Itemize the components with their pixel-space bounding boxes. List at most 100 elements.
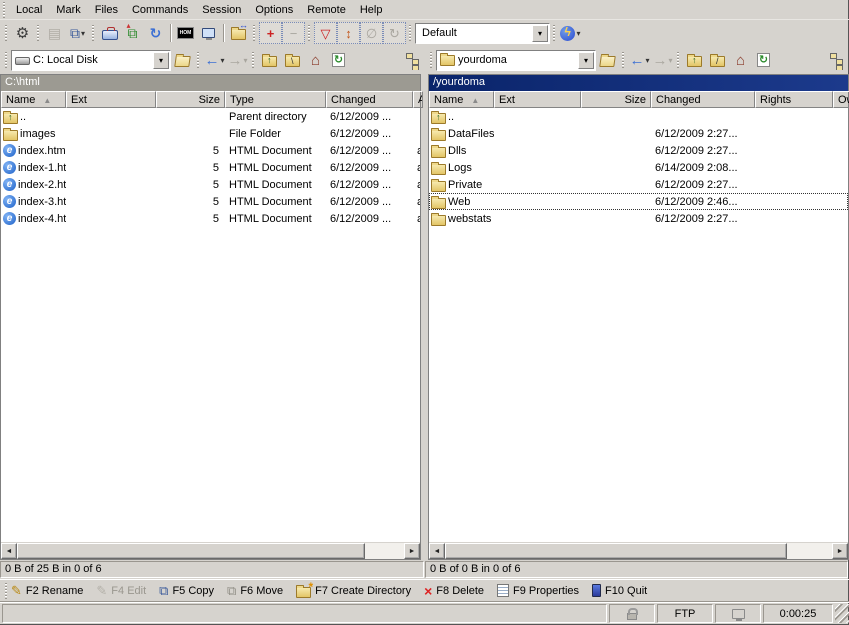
toolbar-grip[interactable] (253, 25, 256, 41)
file-row[interactable]: .. (429, 108, 848, 125)
fkey-f8-button[interactable]: ×F8 Delete (424, 584, 484, 598)
fkey-f6-button[interactable]: ⧉F6 Move (227, 584, 283, 597)
directory-combobox-right[interactable]: yourdoma ▾ (436, 50, 596, 71)
toolbar-grip[interactable] (5, 25, 8, 41)
drive-combobox-left-dropdown-button[interactable]: ▾ (153, 52, 169, 69)
resize-grip[interactable] (835, 604, 849, 623)
invert-selection-button[interactable]: ∅ (360, 22, 383, 44)
toolbar-grip[interactable] (308, 25, 311, 41)
new-session-button[interactable] (197, 22, 220, 44)
file-row[interactable]: eindex-1.html5HTML Document6/12/2009 ...… (1, 159, 420, 176)
toolbar-grip[interactable] (3, 2, 6, 18)
transfer-queue-button[interactable] (227, 22, 250, 44)
unselect-files-button[interactable]: − (282, 22, 305, 44)
fkey-f5-button[interactable]: ⧉F5 Copy (159, 584, 214, 597)
column-header-changed[interactable]: Changed (651, 91, 755, 108)
forward-button-left[interactable]: →▾ (226, 49, 249, 71)
fkey-f7-button[interactable]: F7 Create Directory (296, 584, 411, 598)
file-row[interactable]: ..Parent directory6/12/2009 ... (1, 108, 420, 125)
left-file-list[interactable]: ..Parent directory6/12/2009 ...imagesFil… (1, 108, 420, 542)
session-combobox-dropdown-button[interactable]: ▾ (532, 25, 548, 42)
scroll-left-icon[interactable]: ◄ (1, 543, 17, 559)
fkey-f2-button[interactable]: ✎F2 Rename (11, 584, 83, 597)
transfer-settings-button[interactable]: ⧉▾ (66, 22, 89, 44)
column-header-ext[interactable]: Ext (66, 91, 156, 108)
home-directory-button-right[interactable]: ⌂ (729, 49, 752, 71)
fkey-f4-button[interactable]: ✎F4 Edit (96, 584, 146, 597)
toolbar-grip[interactable] (5, 52, 8, 68)
fkey-f10-button[interactable]: F10 Quit (592, 584, 647, 597)
column-header-name[interactable]: Name▲ (429, 91, 494, 108)
back-button-left[interactable]: ←▾ (203, 49, 226, 71)
column-header-size[interactable]: Size (581, 91, 651, 108)
open-directory-button-right[interactable] (596, 49, 619, 71)
home-directory-button-left[interactable]: ⌂ (304, 49, 327, 71)
console-button[interactable]: HOM (174, 22, 197, 44)
menu-item-session[interactable]: Session (195, 2, 248, 18)
menu-item-mark[interactable]: Mark (49, 2, 87, 18)
forward-button-right[interactable]: →▾ (651, 49, 674, 71)
toolbar-grip[interactable] (553, 25, 556, 41)
parent-directory-button-right[interactable] (683, 49, 706, 71)
open-directory-button-left[interactable] (171, 49, 194, 71)
directory-combobox-right-dropdown-button[interactable]: ▾ (578, 52, 594, 69)
toolbar-grip[interactable] (197, 52, 200, 68)
toolbar-grip[interactable] (677, 52, 680, 68)
left-path-bar[interactable]: C:\html (1, 75, 420, 91)
refresh-button-right[interactable]: ↻ (752, 49, 775, 71)
restore-selection-button[interactable]: ↻ (383, 22, 406, 44)
scroll-left-icon[interactable]: ◄ (429, 543, 445, 559)
menu-item-remote[interactable]: Remote (300, 2, 353, 18)
toolbar-grip[interactable] (622, 52, 625, 68)
menu-item-commands[interactable]: Commands (125, 2, 195, 18)
panel-splitter[interactable] (421, 74, 428, 560)
synchronize-browsing-button[interactable]: ↻ (144, 22, 167, 44)
toolbar-grip[interactable] (92, 25, 95, 41)
session-combobox[interactable]: Default ▾ (415, 23, 550, 44)
file-row[interactable]: webstats6/12/2009 2:27... (429, 210, 848, 227)
menu-item-options[interactable]: Options (248, 2, 300, 18)
menu-item-help[interactable]: Help (353, 2, 390, 18)
root-directory-button-left[interactable] (281, 49, 304, 71)
scroll-right-icon[interactable]: ► (404, 543, 420, 559)
file-row[interactable]: eindex-2.html5HTML Document6/12/2009 ...… (1, 176, 420, 193)
left-horizontal-scrollbar[interactable]: ◄ ► (1, 542, 420, 559)
toolbar-grip[interactable] (252, 52, 255, 68)
queue-button[interactable]: ▤ (43, 22, 66, 44)
column-header-rights[interactable]: Rights (755, 91, 833, 108)
select-files-button[interactable]: + (259, 22, 282, 44)
drive-combobox-left[interactable]: C: Local Disk ▾ (11, 50, 171, 71)
synchronize-button[interactable] (98, 22, 121, 44)
toolbar-grip[interactable] (5, 583, 8, 599)
refresh-button-left[interactable]: ↻ (327, 49, 350, 71)
toolbar-grip[interactable] (37, 25, 40, 41)
tree-view-button-right[interactable] (824, 49, 847, 71)
column-header-ext[interactable]: Ext (494, 91, 581, 108)
toolbar-grip[interactable] (430, 52, 433, 68)
parent-directory-button-left[interactable] (258, 49, 281, 71)
column-header-size[interactable]: Size (156, 91, 225, 108)
menu-item-local[interactable]: Local (9, 2, 49, 18)
right-file-list[interactable]: ..DataFiles6/12/2009 2:27...Dlls6/12/200… (429, 108, 848, 542)
file-row[interactable]: Private6/12/2009 2:27... (429, 176, 848, 193)
preferences-button[interactable]: ⚙ (11, 22, 34, 44)
file-row[interactable]: eindex-3.html5HTML Document6/12/2009 ...… (1, 193, 420, 210)
scrollbar-thumb[interactable] (445, 543, 787, 559)
scrollbar-track[interactable] (365, 543, 404, 559)
fkey-f9-button[interactable]: F9 Properties (497, 584, 579, 597)
scroll-right-icon[interactable]: ► (832, 543, 848, 559)
file-row[interactable]: eindex.html5HTML Document6/12/2009 ...a (1, 142, 420, 159)
compare-directories-button[interactable]: ⧉ (121, 22, 144, 44)
file-row[interactable]: DataFiles6/12/2009 2:27... (429, 125, 848, 142)
file-row[interactable]: Dlls6/12/2009 2:27... (429, 142, 848, 159)
sort-order-button[interactable]: ↕ (337, 22, 360, 44)
column-header-name[interactable]: Name▲ (1, 91, 66, 108)
right-path-bar[interactable]: /yourdoma (429, 75, 848, 91)
scrollbar-track[interactable] (787, 543, 832, 559)
menu-item-files[interactable]: Files (88, 2, 125, 18)
right-horizontal-scrollbar[interactable]: ◄ ► (429, 542, 848, 559)
scrollbar-thumb[interactable] (17, 543, 365, 559)
back-button-right[interactable]: ←▾ (628, 49, 651, 71)
column-header-owner[interactable]: Owner (833, 91, 849, 108)
file-row[interactable]: imagesFile Folder6/12/2009 ... (1, 125, 420, 142)
